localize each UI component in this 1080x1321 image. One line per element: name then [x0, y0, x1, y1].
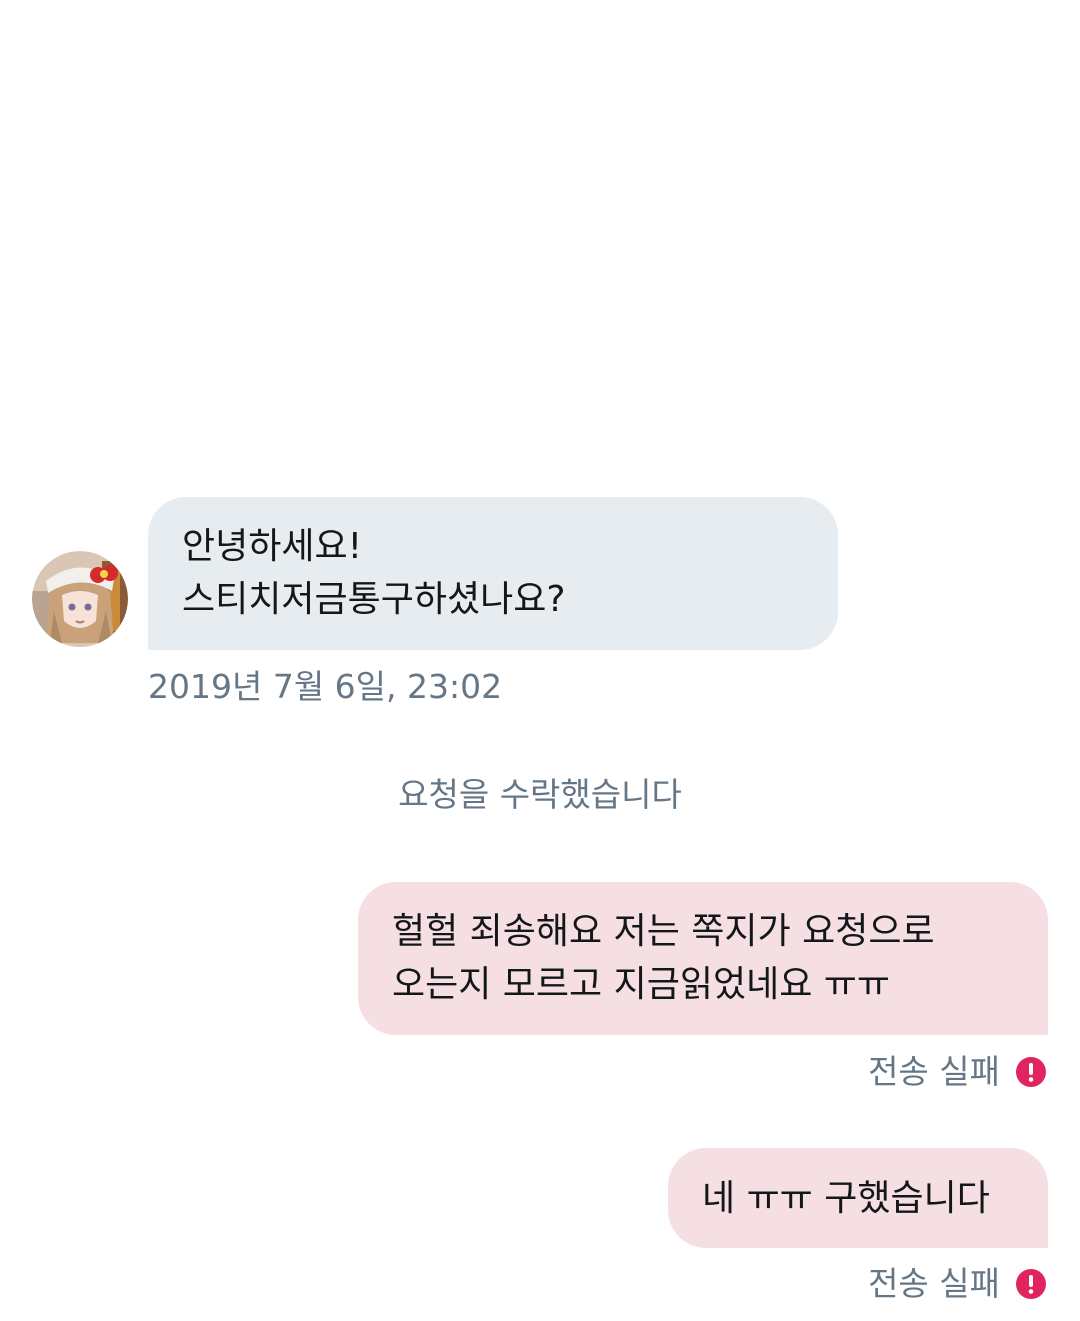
avatar-image	[32, 551, 128, 647]
message-thread: 안녕하세요! 스티치저금통구하셨나요? 2019년 7월 6일, 23:02 요…	[0, 0, 1080, 1321]
send-failed-label: 전송 실패	[868, 1052, 1000, 1091]
outgoing-message-bubble[interactable]: 헐헐 죄송해요 저는 쪽지가 요청으로 오는지 모르고 지금읽었네요 ㅠㅠ	[358, 882, 1048, 1035]
error-icon[interactable]	[1016, 1057, 1046, 1087]
send-failed-status[interactable]: 전송 실패	[868, 1050, 1046, 1094]
send-failed-label: 전송 실패	[868, 1264, 1000, 1303]
request-accepted-note: 요청을 수락했습니다	[398, 775, 682, 814]
incoming-message-bubble[interactable]: 안녕하세요! 스티치저금통구하셨나요?	[148, 497, 838, 650]
send-failed-status[interactable]: 전송 실패	[868, 1262, 1046, 1306]
message-timestamp: 2019년 7월 6일, 23:02	[148, 667, 503, 706]
error-icon[interactable]	[1016, 1269, 1046, 1299]
sender-avatar[interactable]	[32, 551, 128, 647]
outgoing-message-bubble[interactable]: 네 ㅠㅠ 구했습니다	[668, 1148, 1048, 1248]
